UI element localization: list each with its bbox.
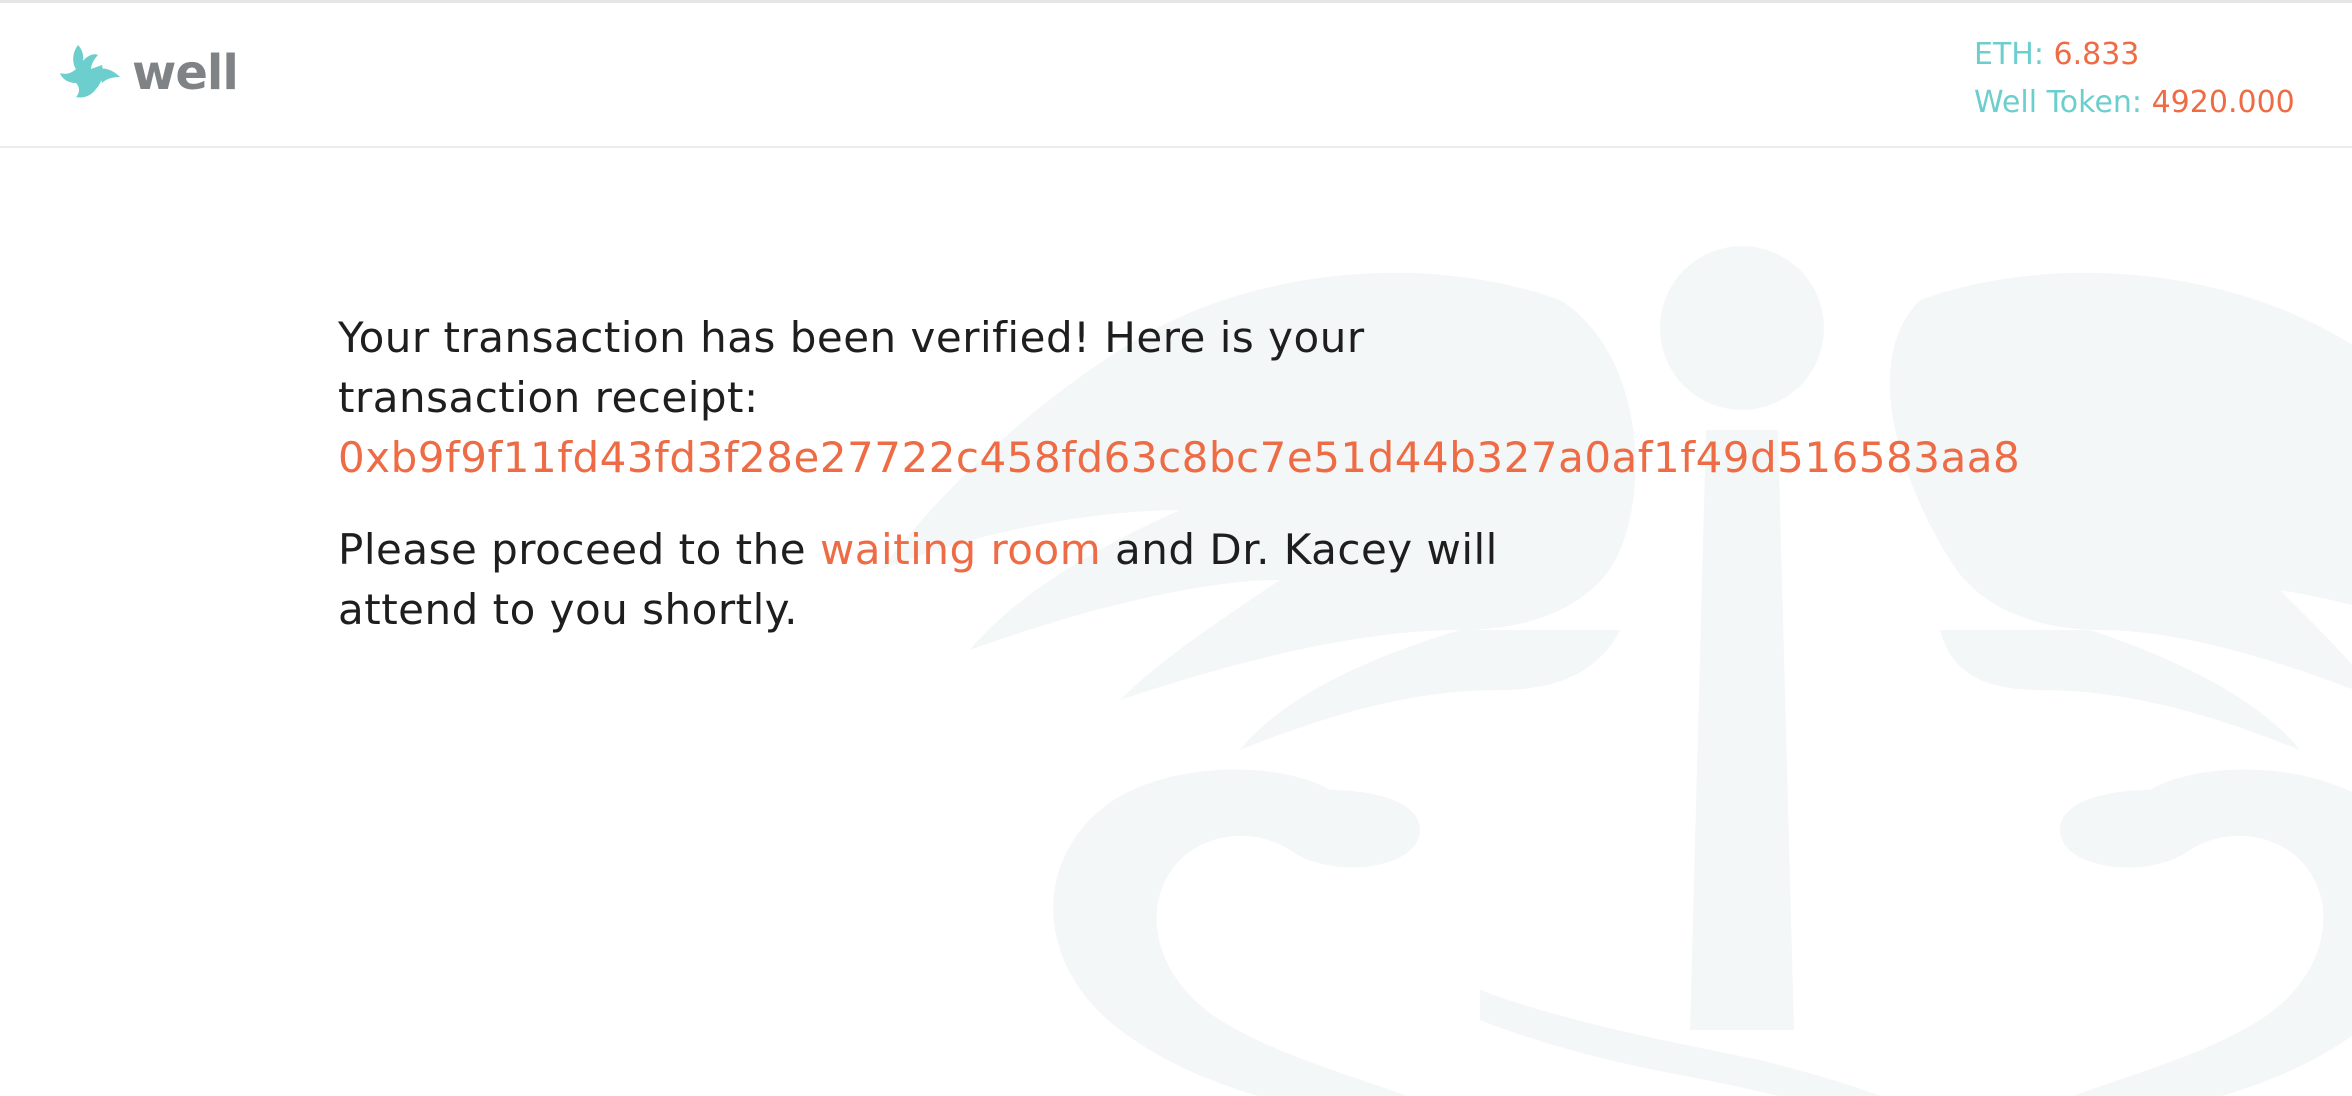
brand-name: well <box>132 45 239 101</box>
transaction-receipt-hash: 0xb9f9f11fd43fd3f28e27722c458fd63c8bc7e5… <box>338 433 2021 482</box>
eth-balance: ETH: 6.833 <box>1974 31 2295 79</box>
eth-label: ETH: <box>1974 37 2044 72</box>
dove-icon <box>58 39 122 103</box>
confirmation-message: Your transaction has been verified! Here… <box>338 308 2058 640</box>
well-token-label: Well Token: <box>1974 85 2143 120</box>
top-navbar: well ETH: 6.833 Well Token: 4920.000 <box>0 3 2352 148</box>
waiting-room-link[interactable]: waiting room <box>820 525 1101 574</box>
brand-logo[interactable]: well <box>58 39 239 103</box>
well-token-value: 4920.000 <box>2151 85 2295 120</box>
proceed-text-before: Please proceed to the <box>338 525 807 574</box>
well-token-balance: Well Token: 4920.000 <box>1974 79 2295 127</box>
eth-value: 6.833 <box>2053 37 2140 72</box>
verified-text: Your transaction has been verified! Here… <box>338 313 1365 422</box>
proceed-instructions: Please proceed to the waiting room and D… <box>338 520 1558 640</box>
wallet-balances: ETH: 6.833 Well Token: 4920.000 <box>1974 31 2295 127</box>
